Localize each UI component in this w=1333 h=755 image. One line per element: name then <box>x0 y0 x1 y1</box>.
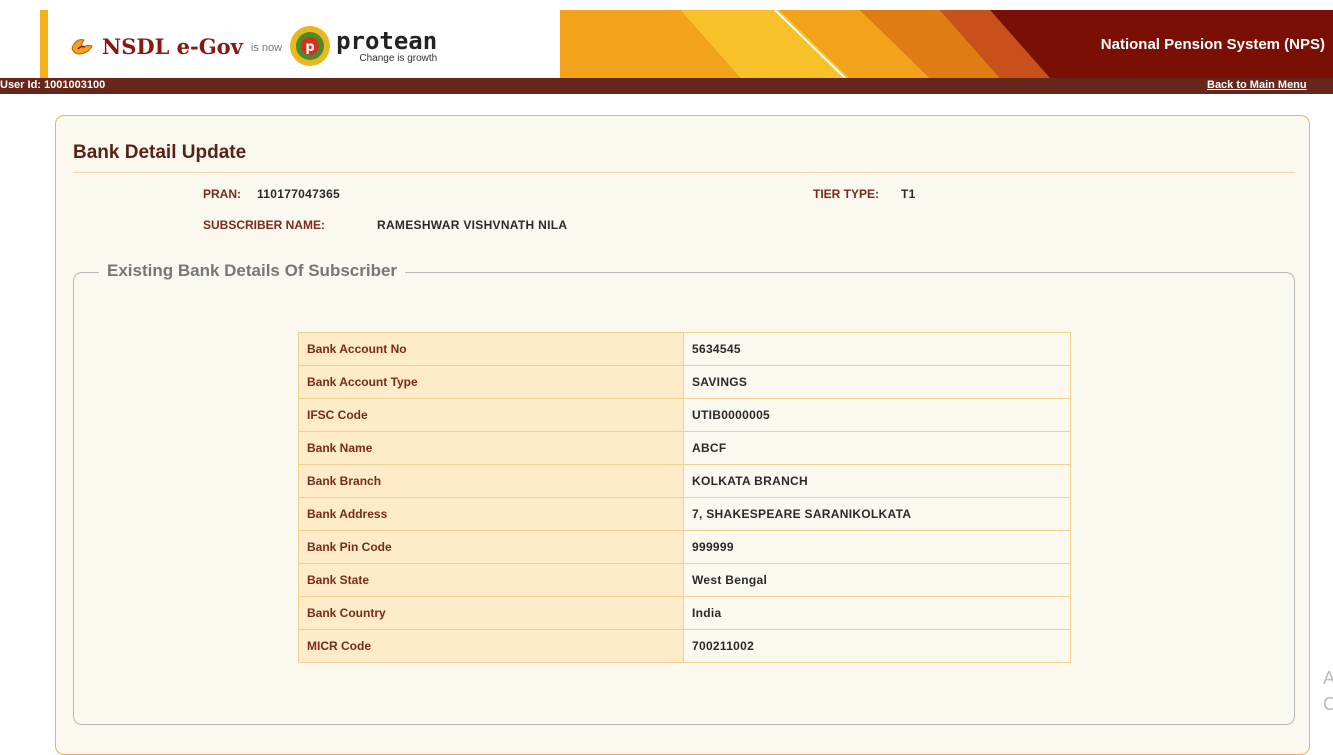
edge-fragment-text: A <box>1323 668 1333 688</box>
bank-field-value: KOLKATA BRANCH <box>683 464 1071 498</box>
svg-text:p: p <box>305 40 314 55</box>
bank-field-label: Bank Account No <box>298 332 684 366</box>
pran-value: 110177047365 <box>257 187 341 201</box>
table-row: Bank Country India <box>298 596 1071 630</box>
bank-field-value: SAVINGS <box>683 365 1071 399</box>
table-row: Bank Account Type SAVINGS <box>298 365 1071 399</box>
title-divider <box>73 172 1295 173</box>
bank-field-label: Bank Pin Code <box>298 530 684 564</box>
tier-type-value: T1 <box>901 187 916 201</box>
table-row: Bank Name ABCF <box>298 431 1071 465</box>
table-row: MICR Code 700211002 <box>298 629 1071 663</box>
bank-field-label: IFSC Code <box>298 398 684 432</box>
back-to-main-menu-link[interactable]: Back to Main Menu <box>1207 79 1307 91</box>
system-title: National Pension System (NPS) <box>1100 36 1325 53</box>
bank-field-value: West Bengal <box>683 563 1071 597</box>
table-row: Bank Branch KOLKATA BRANCH <box>298 464 1071 498</box>
bank-field-label: Bank Account Type <box>298 365 684 399</box>
bank-field-value: 5634545 <box>683 332 1071 366</box>
user-id-label: User Id: 1001003100 <box>0 79 106 91</box>
header-decorative-stripes <box>560 10 1060 78</box>
edge-fragment-text: C <box>1323 694 1333 714</box>
nsdl-flame-icon <box>71 39 93 55</box>
bank-field-value: 7, SHAKESPEARE SARANIKOLKATA <box>683 497 1071 531</box>
tier-type-label: TIER TYPE: <box>813 187 880 201</box>
table-row: Bank State West Bengal <box>298 563 1071 597</box>
bank-details-table: Bank Account No 5634545 Bank Account Type S… <box>298 332 1071 663</box>
bank-field-value: UTIB0000005 <box>683 398 1071 432</box>
bank-field-label: Bank Country <box>298 596 684 630</box>
page-title: Bank Detail Update <box>73 142 247 163</box>
bank-field-value: 700211002 <box>683 629 1071 663</box>
bank-field-label: Bank Address <box>298 497 684 531</box>
table-row: Bank Pin Code 999999 <box>298 530 1071 564</box>
pran-label: PRAN: <box>203 187 241 201</box>
table-row: Bank Address 7, SHAKESPEARE SARANIKOLKATA <box>298 497 1071 531</box>
bank-detail-panel: Bank Detail Update PRAN: 110177047365 TI… <box>55 115 1310 755</box>
protean-tagline: Change is growth <box>359 52 438 64</box>
nsdl-logo: NSDL e-Gov is now p protean Change is gr… <box>70 24 437 68</box>
bank-field-value: India <box>683 596 1071 630</box>
bank-field-label: Bank Branch <box>298 464 684 498</box>
bank-field-label: Bank Name <box>298 431 684 465</box>
nsdl-wordmark: NSDL e-Gov <box>102 33 243 59</box>
bank-field-label: Bank State <box>298 563 684 597</box>
table-row: Bank Account No 5634545 <box>298 332 1071 366</box>
bank-field-value: ABCF <box>683 431 1071 465</box>
bank-field-value: 999999 <box>683 530 1071 564</box>
subscriber-name-label: SUBSCRIBER NAME: <box>203 218 326 232</box>
protean-text: protean <box>336 26 438 55</box>
logo-area: NSDL e-Gov is now p protean Change is gr… <box>40 10 560 78</box>
existing-bank-details-legend: Existing Bank Details Of Subscriber <box>99 261 406 281</box>
user-bar: User Id: 1001003100 Back to Main Menu <box>0 78 1333 94</box>
bank-field-label: MICR Code <box>298 629 684 663</box>
is-now-text: is now <box>250 42 283 54</box>
table-row: IFSC Code UTIB0000005 <box>298 398 1071 432</box>
existing-bank-details-fieldset: Existing Bank Details Of Subscriber Bank… <box>73 261 1295 725</box>
protean-emblem-icon: p <box>290 26 331 66</box>
protean-wordmark: protean Change is growth <box>336 29 437 64</box>
subscriber-name-value: RAMESHWAR VISHVNATH NILA <box>377 218 568 232</box>
page-header: NSDL e-Gov is now p protean Change is gr… <box>40 10 1333 78</box>
